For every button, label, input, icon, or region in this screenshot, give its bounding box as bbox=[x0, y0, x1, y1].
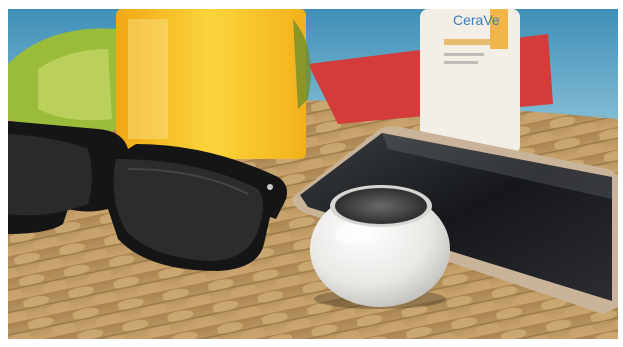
speaker-grille bbox=[335, 188, 427, 224]
mini-bluetooth-speaker bbox=[310, 185, 450, 309]
sunscreen-brand-label: CeraVe bbox=[453, 12, 500, 28]
photo-frame: CeraVe bbox=[8, 9, 618, 339]
photo-scene: CeraVe bbox=[8, 9, 618, 339]
